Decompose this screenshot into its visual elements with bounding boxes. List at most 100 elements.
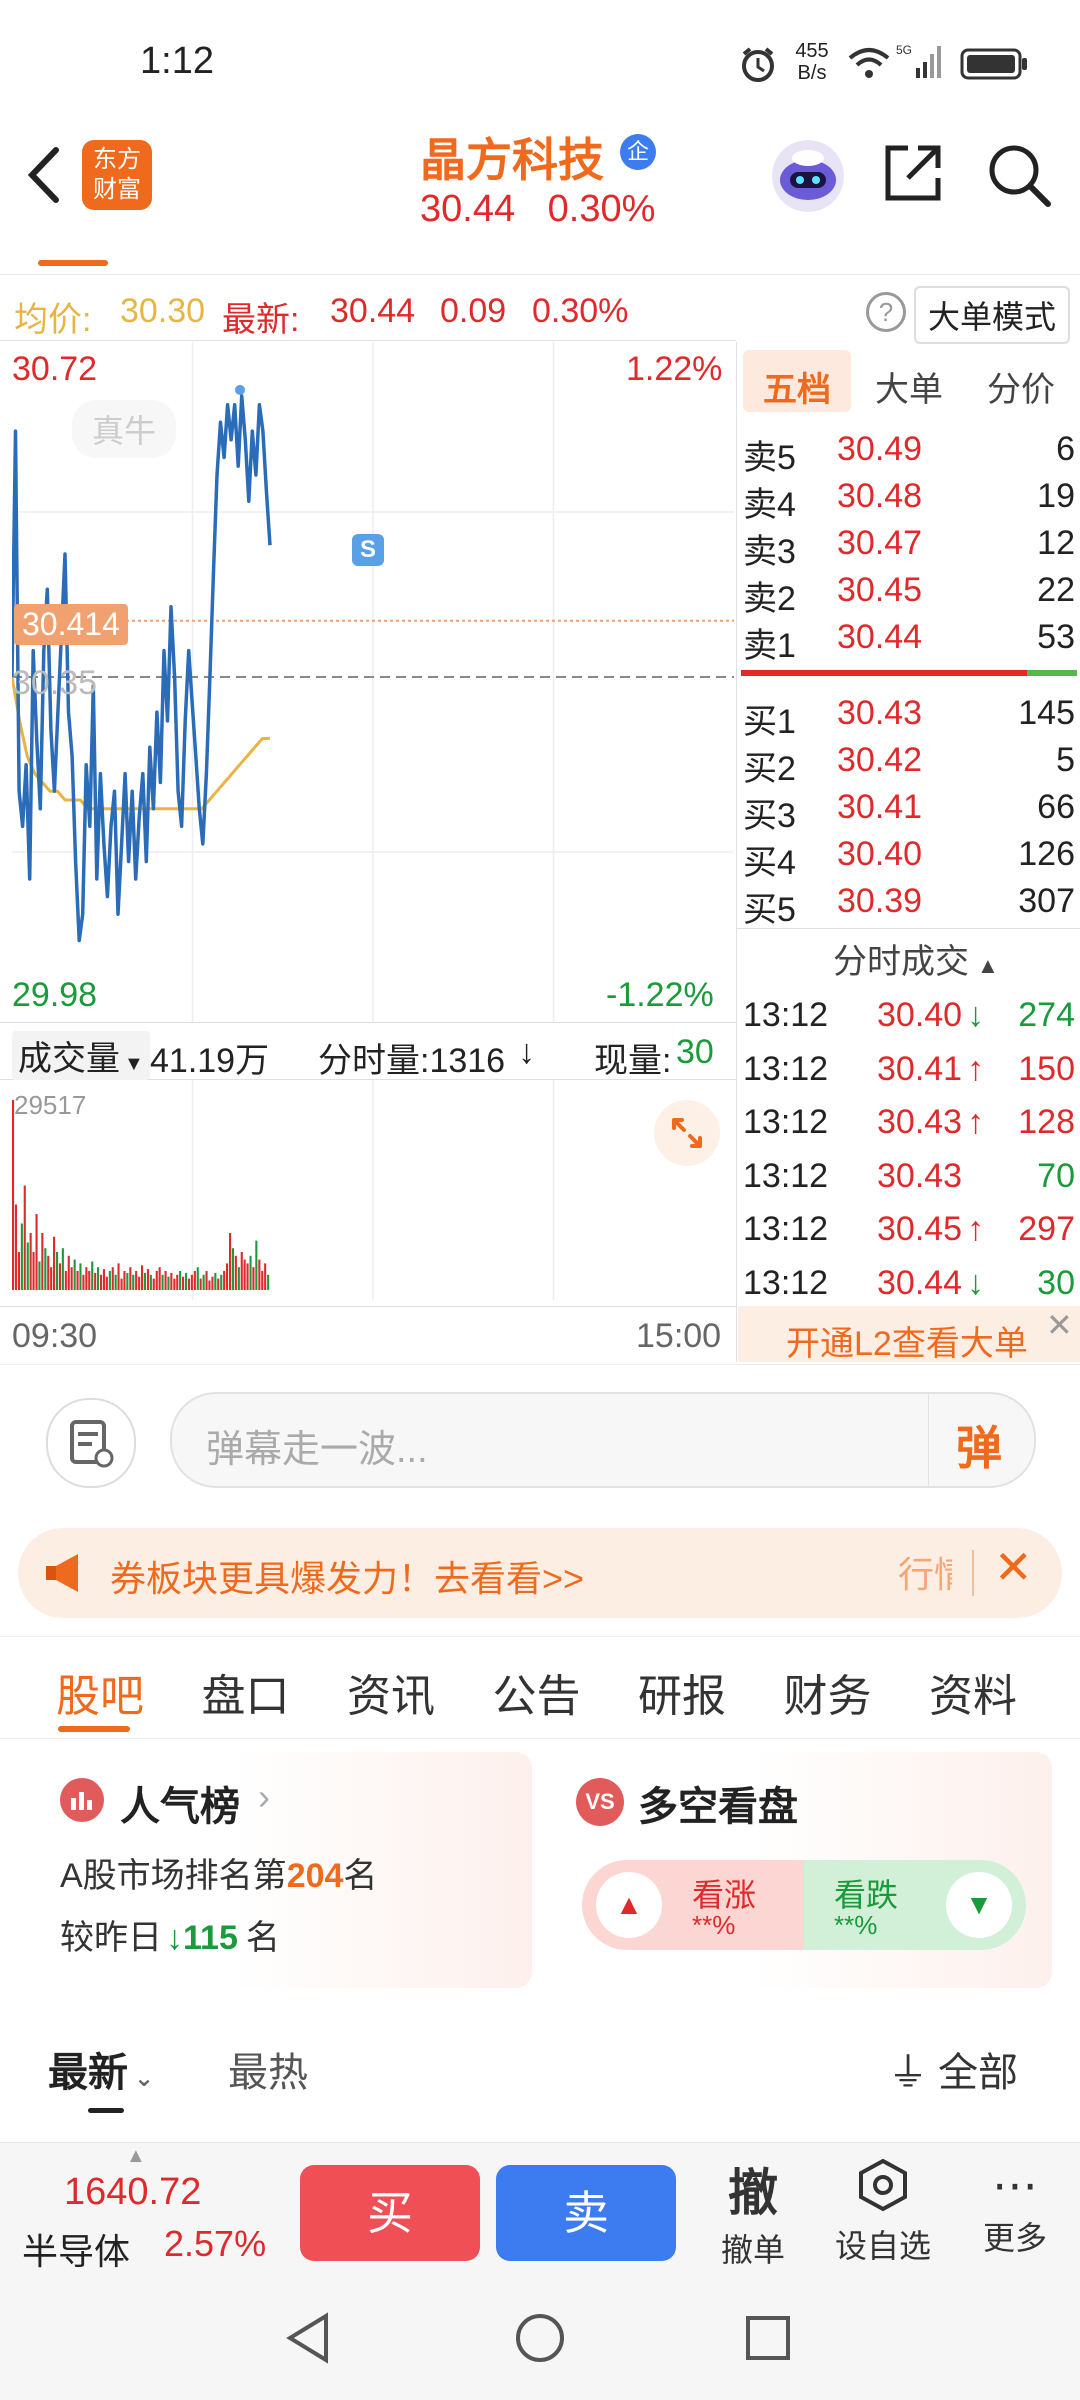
nav-back-icon[interactable] [282,2310,334,2371]
y-min-label: 29.98 [12,976,98,1014]
volume-bar [258,1259,261,1290]
trades-title[interactable]: 分时成交 ▲ [833,934,999,983]
danmaku-send-button[interactable]: 弹 [956,1412,1002,1478]
volume-bar [190,1274,193,1290]
popularity-title: 人气榜 [120,1785,240,1829]
section-tab[interactable]: 盘口 [202,1660,290,1724]
trade-price: 30.41 [877,1049,963,1088]
volume-bar [129,1267,132,1290]
crosshair-price-label: 30.414 [14,604,128,645]
robot-assistant-icon[interactable] [770,138,846,219]
volume-bar [132,1274,135,1290]
popularity-card[interactable]: 人气榜 › A股市场排名第204名 较昨日 ↓115 名 [36,1752,532,1988]
signal-marker[interactable]: S [352,534,384,566]
index-pct[interactable]: 2.57% [164,2223,266,2265]
filter-latest[interactable]: 最新 ⌄ [48,2040,154,2098]
popularity-change: 较昨日 ↓115 名 [60,1919,280,1957]
bid-label: 买4 [743,844,796,882]
nav-home-icon[interactable] [512,2310,568,2371]
volume-header: 成交量 ▼ 41.19万 分时量:1316 ↓ 现量: 30 [0,1022,736,1080]
volume-selector[interactable]: 成交量 ▼ [12,1031,150,1080]
section-tab[interactable]: 资讯 [347,1660,435,1724]
trade-volume: 70 [1037,1156,1075,1195]
l2-promo[interactable]: 开通L2查看大单 ✕ [738,1306,1080,1363]
volume-bar [23,1185,26,1290]
volume-bar [29,1233,32,1290]
app-logo[interactable]: 东方 财富 [82,140,152,210]
volume-bar [56,1252,59,1290]
large-order-mode-button[interactable]: 大单模式 [914,286,1071,344]
section-tab[interactable]: 财务 [784,1660,872,1724]
volume-bar [179,1271,182,1290]
bid-volume: 66 [1037,788,1075,826]
ask-row: 卖4 30.48 19 [737,477,1080,525]
promo-banner[interactable]: 券板块更具爆发力！去看看>> 行情 ✕ [18,1528,1062,1618]
volume-bar [255,1240,258,1290]
tab-five-levels[interactable]: 五档 [763,362,831,411]
ask-label: 卖2 [743,580,796,618]
ask-volume: 12 [1037,524,1075,562]
status-time: 1:12 [140,40,214,82]
volume-bar [143,1272,146,1290]
volume-bar [138,1276,141,1290]
vs-icon: VS [576,1778,624,1826]
ask-price: 30.48 [837,477,923,515]
trade-volume: 128 [1018,1103,1075,1141]
bid-price: 30.43 [837,694,923,732]
bid-row: 买5 30.39 307 [737,882,1080,930]
sell-button[interactable]: 卖 [496,2165,676,2261]
volume-bar [85,1267,88,1290]
index-value[interactable]: 1640.72 [64,2171,201,2214]
index-name[interactable]: 半导体 [22,2223,130,2275]
danmaku-settings-icon[interactable] [46,1398,136,1488]
banner-close-icon[interactable]: ✕ [994,1540,1033,1594]
bull-bear-card: VS 多空看盘 ▲ 看涨 **% 看跌 **% ▼ [556,1752,1052,1988]
buy-button[interactable]: 买 [300,2165,480,2261]
share-icon[interactable] [880,140,946,211]
tab-large-orders[interactable]: 大单 [875,362,943,411]
danmaku-input[interactable]: 弹幕走一波... 弹 [170,1392,1036,1488]
bull-button[interactable]: ▲ 看涨 **% [582,1860,804,1950]
tab-price-distribution[interactable]: 分价 [987,362,1055,411]
ask-label: 卖3 [743,533,796,571]
volume-bar [97,1267,100,1290]
nav-recents-icon[interactable] [742,2312,794,2369]
volume-bar [76,1271,79,1290]
volume-bar [35,1214,38,1290]
volume-bar [12,1100,15,1290]
volume-bar [32,1252,35,1290]
bear-button[interactable]: 看跌 **% ▼ [804,1860,1026,1950]
close-icon[interactable]: ✕ [1046,1306,1073,1344]
x-start-label: 09:30 [12,1317,98,1355]
change-pct: 0.30% [532,292,629,330]
expand-icon[interactable] [654,1100,720,1166]
cancel-order-button[interactable]: 撤 撤单 [708,2153,798,2271]
section-tab[interactable]: 研报 [638,1660,726,1724]
volume-total: 41.19万 [150,1042,270,1080]
trade-volume: 150 [1018,1049,1075,1088]
volume-chart[interactable] [12,1080,734,1300]
section-tab[interactable]: 股吧 [56,1660,144,1724]
chevron-down-icon: ⌄ [134,2065,155,2092]
bid-price: 30.42 [837,741,923,779]
add-watchlist-button[interactable]: 设自选 [828,2157,938,2267]
header-price: 30.44 [420,188,516,230]
section-tabs: 股吧 盘口 资讯 公告 研报 财务 资料 [0,1660,1080,1740]
bid-label: 买1 [743,703,796,741]
section-tab[interactable]: 资料 [929,1660,1017,1724]
search-icon[interactable] [984,140,1054,215]
help-icon[interactable]: ? [866,292,906,332]
x-end-label: 15:00 [636,1317,722,1355]
stock-name[interactable]: 晶方科技 [420,124,604,190]
back-icon[interactable] [18,140,68,215]
volume-bar [61,1248,64,1290]
volume-bar [234,1255,237,1290]
more-button[interactable]: ⋯ 更多 [970,2157,1060,2259]
trade-arrow: ↑ [967,1103,984,1141]
trade-time: 13:12 [743,1210,829,1248]
volume-bar [82,1274,85,1290]
section-tab[interactable]: 公告 [493,1660,581,1724]
volume-bar [185,1272,188,1290]
filter-hot[interactable]: 最热 [228,2040,308,2098]
filter-all[interactable]: ⏚ 全部 [888,2040,1018,2098]
